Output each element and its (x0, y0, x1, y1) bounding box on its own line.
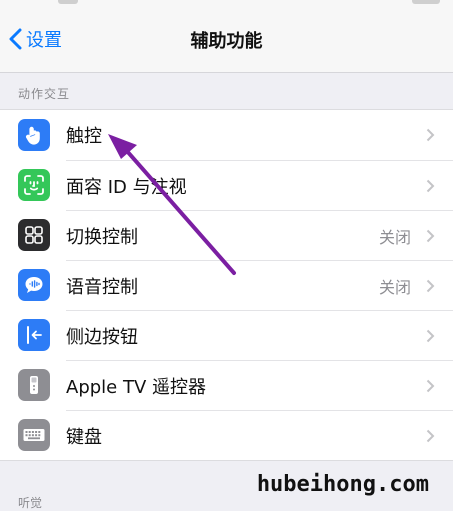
row-label: 语音控制 (66, 277, 138, 298)
chevron-right-icon (426, 329, 435, 343)
settings-group: 触控 面容 ID 与注视 切换控制 关闭 语音控制 关闭 侧边按钮 Apple … (0, 109, 453, 461)
navigation-bar: 设置 辅助功能 (0, 0, 453, 73)
chevron-right-icon (426, 429, 435, 443)
row-label: 切换控制 (66, 227, 138, 248)
row-label: 键盘 (66, 427, 102, 448)
settings-row-switch-control[interactable]: 切换控制 关闭 (0, 210, 453, 260)
section-header-hearing: 听觉 (18, 496, 43, 510)
settings-row-face-id[interactable]: 面容 ID 与注视 (0, 160, 453, 210)
chevron-right-icon (426, 229, 435, 243)
voice-control-icon (18, 269, 50, 301)
settings-row-touch[interactable]: 触控 (0, 110, 453, 160)
row-label: Apple TV 遥控器 (66, 377, 206, 398)
chevron-right-icon (426, 128, 435, 142)
row-label: 侧边按钮 (66, 327, 138, 348)
side-button-icon (18, 319, 50, 351)
tv-remote-icon (18, 369, 50, 401)
status-bar-fragment (58, 0, 78, 4)
chevron-right-icon (426, 179, 435, 193)
status-bar-fragment (412, 0, 440, 4)
settings-row-voice-control[interactable]: 语音控制 关闭 (0, 260, 453, 310)
watermark-text: hubeihong.com (256, 472, 429, 497)
row-label: 触控 (66, 126, 102, 147)
chevron-right-icon (426, 279, 435, 293)
row-label: 面容 ID 与注视 (66, 177, 187, 198)
chevron-right-icon (426, 379, 435, 393)
settings-row-apple-tv-remote[interactable]: Apple TV 遥控器 (0, 360, 453, 410)
section-header-interaction: 动作交互 (18, 87, 71, 101)
row-value: 关闭 (378, 278, 411, 297)
page-title: 辅助功能 (190, 31, 263, 52)
settings-row-keyboard[interactable]: 键盘 (0, 410, 453, 460)
switch-control-icon (18, 219, 50, 251)
face-id-icon (18, 169, 50, 201)
keyboard-icon (18, 419, 50, 451)
touch-hand-icon (18, 119, 50, 151)
row-value: 关闭 (378, 228, 411, 247)
settings-row-side-button[interactable]: 侧边按钮 (0, 310, 453, 360)
